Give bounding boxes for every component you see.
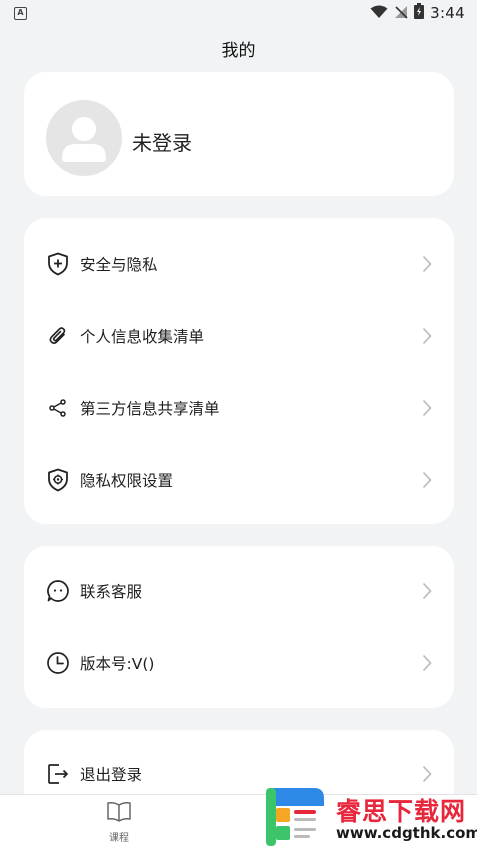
status-bar: A 3:44 [0, 0, 477, 26]
menu-label: 版本号:V() [80, 655, 155, 673]
menu-label: 退出登录 [80, 766, 143, 784]
logout-icon [46, 762, 70, 786]
chat-bubble-icon [46, 579, 70, 603]
menu-item-third-party-sharing[interactable]: 第三方信息共享清单 [24, 372, 454, 444]
watermark-logo-icon [266, 788, 324, 846]
menu-label: 第三方信息共享清单 [80, 400, 220, 418]
page-title: 我的 [221, 41, 256, 61]
support-menu-card: 联系客服 版本号:V() [24, 546, 454, 708]
menu-item-privacy-permissions[interactable]: 隐私权限设置 [24, 444, 454, 516]
chevron-right-icon [422, 654, 432, 672]
watermark-url: www.cdgthk.com [336, 824, 477, 842]
tab-course-label: 课程 [109, 833, 129, 844]
wifi-icon [370, 4, 388, 23]
paperclip-icon [46, 324, 70, 348]
app-notification-icon: A [14, 6, 27, 20]
chevron-right-icon [422, 255, 432, 273]
profile-card[interactable]: 未登录 [24, 72, 454, 196]
privacy-menu-card: 安全与隐私 个人信息收集清单 第三方信息共享清单 隐私权限设置 [24, 218, 454, 524]
chevron-right-icon [422, 471, 432, 489]
user-avatar-icon[interactable] [46, 100, 122, 176]
menu-item-personal-info-list[interactable]: 个人信息收集清单 [24, 300, 454, 372]
no-signal-icon [394, 4, 408, 23]
menu-label: 个人信息收集清单 [80, 328, 205, 346]
menu-item-contact-support[interactable]: 联系客服 [24, 555, 454, 627]
menu-item-version[interactable]: 版本号:V() [24, 627, 454, 699]
menu-label: 联系客服 [80, 583, 143, 601]
tab-course[interactable]: 课程 [94, 801, 144, 845]
chevron-right-icon [422, 765, 432, 783]
battery-charging-icon [414, 3, 425, 23]
book-icon [106, 801, 132, 827]
menu-label: 安全与隐私 [80, 256, 158, 274]
watermark-title: 睿思下载网 [336, 797, 467, 826]
status-time: 3:44 [430, 4, 465, 22]
chevron-right-icon [422, 327, 432, 345]
share-icon [46, 396, 70, 420]
clock-icon [46, 651, 70, 675]
chevron-right-icon [422, 399, 432, 417]
login-status-label[interactable]: 未登录 [132, 127, 192, 156]
menu-item-security-privacy[interactable]: 安全与隐私 [24, 228, 454, 300]
shield-plus-icon [46, 252, 70, 276]
shield-gear-icon [46, 468, 70, 492]
watermark: 睿思下载网 www.cdgthk.com [262, 786, 477, 848]
menu-label: 隐私权限设置 [80, 472, 174, 490]
chevron-right-icon [422, 582, 432, 600]
